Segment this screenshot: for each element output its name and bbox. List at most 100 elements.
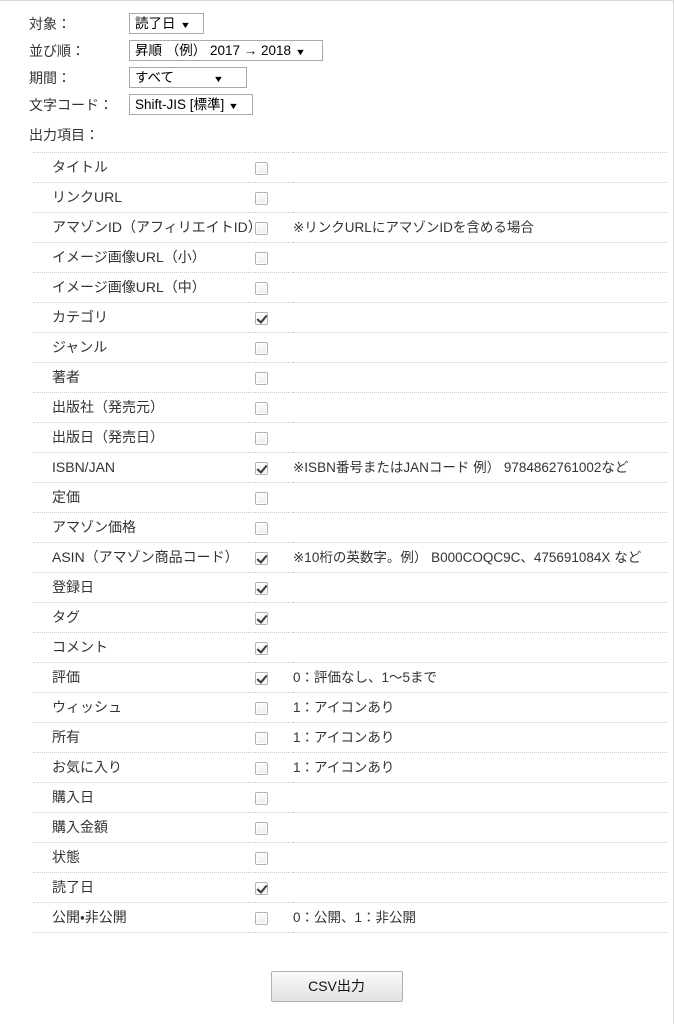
output-item-row: 定価: [33, 483, 667, 513]
output-item-note: [293, 153, 667, 183]
checkbox-2[interactable]: [255, 191, 268, 205]
checkbox-10[interactable]: [255, 431, 268, 445]
output-item-row: 著者: [33, 363, 667, 393]
output-item-checkbox-cell: [255, 363, 293, 393]
output-item-row: 出版日（発売日）: [33, 423, 667, 453]
output-item-checkbox-cell: [255, 453, 293, 483]
checkbox-11[interactable]: [255, 461, 268, 475]
output-item-note: [293, 603, 667, 633]
select-value: すべて: [135, 70, 175, 85]
output-item-note: 0：公開、1：非公開: [293, 910, 417, 925]
checkbox-13[interactable]: [255, 521, 268, 535]
output-item-note: [293, 513, 667, 543]
output-item-checkbox-cell: [255, 693, 293, 723]
output-item-note: [293, 393, 667, 423]
csv-export-button[interactable]: CSV出力: [270, 971, 403, 1002]
settings-label: 並び順：: [29, 42, 85, 59]
output-item-checkbox-cell: [255, 183, 293, 213]
output-item-label: ASIN（アマゾン商品コード）: [52, 549, 239, 565]
output-item-label: 状態: [52, 849, 80, 865]
checkbox-21[interactable]: [255, 761, 268, 775]
output-item-label: 所有: [52, 729, 80, 745]
output-item-row: 読了日: [33, 873, 667, 903]
output-item-row: 状態: [33, 843, 667, 873]
output-item-label: ジャンル: [52, 339, 108, 355]
output-item-label: 出版社（発売元）: [52, 399, 164, 415]
checkbox-20[interactable]: [255, 731, 268, 745]
output-item-row: ジャンル: [33, 333, 667, 363]
output-item-note: [293, 633, 667, 663]
select-2[interactable]: 昇順 （例） 2017 → 2018 ▼: [129, 40, 323, 61]
output-item-label: タグ: [52, 609, 80, 625]
output-item-row: ASIN（アマゾン商品コード） ※10桁の英数字。例） B000COQC9C、47…: [33, 543, 667, 573]
checkbox-5[interactable]: [255, 281, 268, 295]
output-item-row: コメント: [33, 633, 667, 663]
output-item-checkbox-cell: [255, 573, 293, 603]
output-item-row: イメージ画像URL（小）: [33, 243, 667, 273]
output-item-checkbox-cell: [255, 483, 293, 513]
checkbox-19[interactable]: [255, 701, 268, 715]
output-item-row: 購入日: [33, 783, 667, 813]
checkbox-26[interactable]: [255, 911, 268, 925]
checkbox-24[interactable]: [255, 851, 268, 865]
output-item-note: [293, 873, 667, 903]
output-item-note: ※リンクURLにアマゾンIDを含める場合: [293, 220, 534, 235]
output-item-checkbox-cell: [255, 873, 293, 903]
output-item-label: 出版日（発売日）: [52, 429, 164, 445]
checkbox-15[interactable]: [255, 581, 268, 595]
select-1[interactable]: 読了日 ▼: [129, 13, 204, 34]
settings-label: 文字コード：: [29, 96, 113, 113]
checkbox-16[interactable]: [255, 611, 268, 625]
checkbox-9[interactable]: [255, 401, 268, 415]
checkbox-3[interactable]: [255, 221, 268, 235]
output-item-row: タグ: [33, 603, 667, 633]
checkbox-8[interactable]: [255, 371, 268, 385]
output-item-note: 1：アイコンあり: [293, 700, 395, 715]
output-item-label: 登録日: [52, 579, 94, 595]
settings-row: 対象： 読了日 ▼: [0, 10, 323, 37]
output-item-note: 1：アイコンあり: [293, 730, 395, 745]
checkbox-1[interactable]: [255, 161, 268, 175]
settings-rows: 対象： 読了日 ▼ 並び順： 昇順 （例） 2017 → 2018 ▼ 期間： すべて ▼ 文字コ…: [0, 10, 323, 118]
chevron-down-icon: ▼: [179, 20, 191, 30]
output-item-label: カテゴリ: [52, 309, 108, 325]
output-item-label: 読了日: [52, 879, 94, 895]
output-item-note: [293, 183, 667, 213]
checkbox-7[interactable]: [255, 341, 268, 355]
settings-control-cell: 昇順 （例） 2017 → 2018 ▼: [129, 37, 323, 64]
output-item-note: [293, 243, 667, 273]
output-item-checkbox-cell: [255, 813, 293, 843]
checkbox-23[interactable]: [255, 821, 268, 835]
output-item-label: 定価: [52, 489, 80, 505]
output-item-note: [293, 333, 667, 363]
output-item-checkbox-cell: [255, 783, 293, 813]
select-3[interactable]: すべて ▼: [129, 67, 247, 88]
checkbox-12[interactable]: [255, 491, 268, 505]
checkbox-22[interactable]: [255, 791, 268, 805]
output-item-checkbox-cell: [255, 753, 293, 783]
checkbox-25[interactable]: [255, 881, 268, 895]
output-item-checkbox-cell: [255, 393, 293, 423]
output-item-label: 購入日: [52, 789, 94, 805]
chevron-down-icon: ▼: [294, 47, 307, 57]
output-item-label: ISBN/JAN: [52, 459, 116, 475]
checkbox-18[interactable]: [255, 671, 268, 685]
output-item-label: 購入金額: [52, 819, 108, 835]
output-item-row: お気に入り 1：アイコンあり: [33, 753, 667, 783]
output-item-row: 所有 1：アイコンあり: [33, 723, 667, 753]
output-item-note: [293, 843, 667, 873]
output-item-label: 著者: [52, 369, 80, 385]
output-item-checkbox-cell: [255, 153, 293, 183]
settings-row: 期間： すべて ▼: [0, 64, 323, 91]
checkbox-6[interactable]: [255, 311, 268, 325]
output-item-row: 公開・非公開 0：公開、1：非公開: [33, 903, 667, 933]
checkbox-14[interactable]: [255, 551, 268, 565]
checkbox-17[interactable]: [255, 641, 268, 655]
output-item-row: ウィッシュ 1：アイコンあり: [33, 693, 667, 723]
output-item-checkbox-cell: [255, 543, 293, 573]
checkbox-4[interactable]: [255, 251, 268, 265]
select-4[interactable]: Shift-JIS [標準] ▼: [129, 94, 253, 115]
output-item-checkbox-cell: [255, 273, 293, 303]
output-item-row: アマゾン価格: [33, 513, 667, 543]
settings-row: 並び順： 昇順 （例） 2017 → 2018 ▼: [0, 37, 323, 64]
